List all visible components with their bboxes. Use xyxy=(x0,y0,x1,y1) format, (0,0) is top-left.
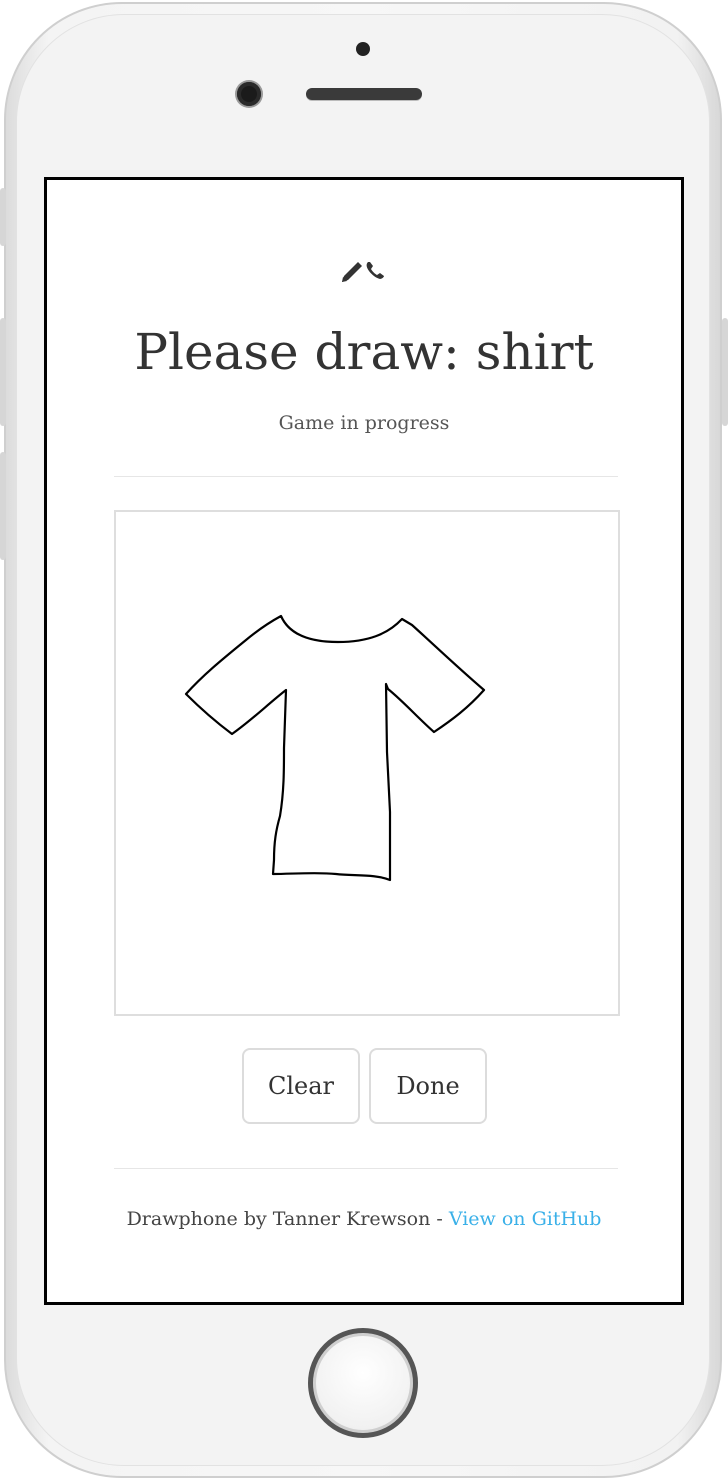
page-title: Please draw: shirt xyxy=(134,323,594,381)
footer-credit: Drawphone by Tanner Krewson - xyxy=(126,1208,449,1230)
shirt-drawing xyxy=(184,614,486,882)
power-button xyxy=(722,318,728,426)
github-link[interactable]: View on GitHub xyxy=(449,1208,602,1230)
earpiece-speaker xyxy=(306,88,422,100)
clear-button[interactable]: Clear xyxy=(242,1048,360,1124)
app-screen: Please draw: shirt Game in progress Clea… xyxy=(44,177,684,1305)
footer: Drawphone by Tanner Krewson - View on Gi… xyxy=(47,1206,681,1232)
mute-switch xyxy=(0,188,6,246)
logo xyxy=(47,258,681,295)
volume-down-button xyxy=(0,452,6,560)
drawing-canvas[interactable] xyxy=(114,510,620,1016)
volume-up-button xyxy=(0,318,6,426)
bottom-divider xyxy=(114,1168,618,1169)
pencil-phone-icon xyxy=(342,262,384,282)
home-button[interactable] xyxy=(308,1328,418,1438)
done-button[interactable]: Done xyxy=(369,1048,487,1124)
front-camera xyxy=(237,82,261,106)
proximity-sensor xyxy=(356,42,370,56)
top-divider xyxy=(114,476,618,477)
game-status: Game in progress xyxy=(278,412,450,434)
